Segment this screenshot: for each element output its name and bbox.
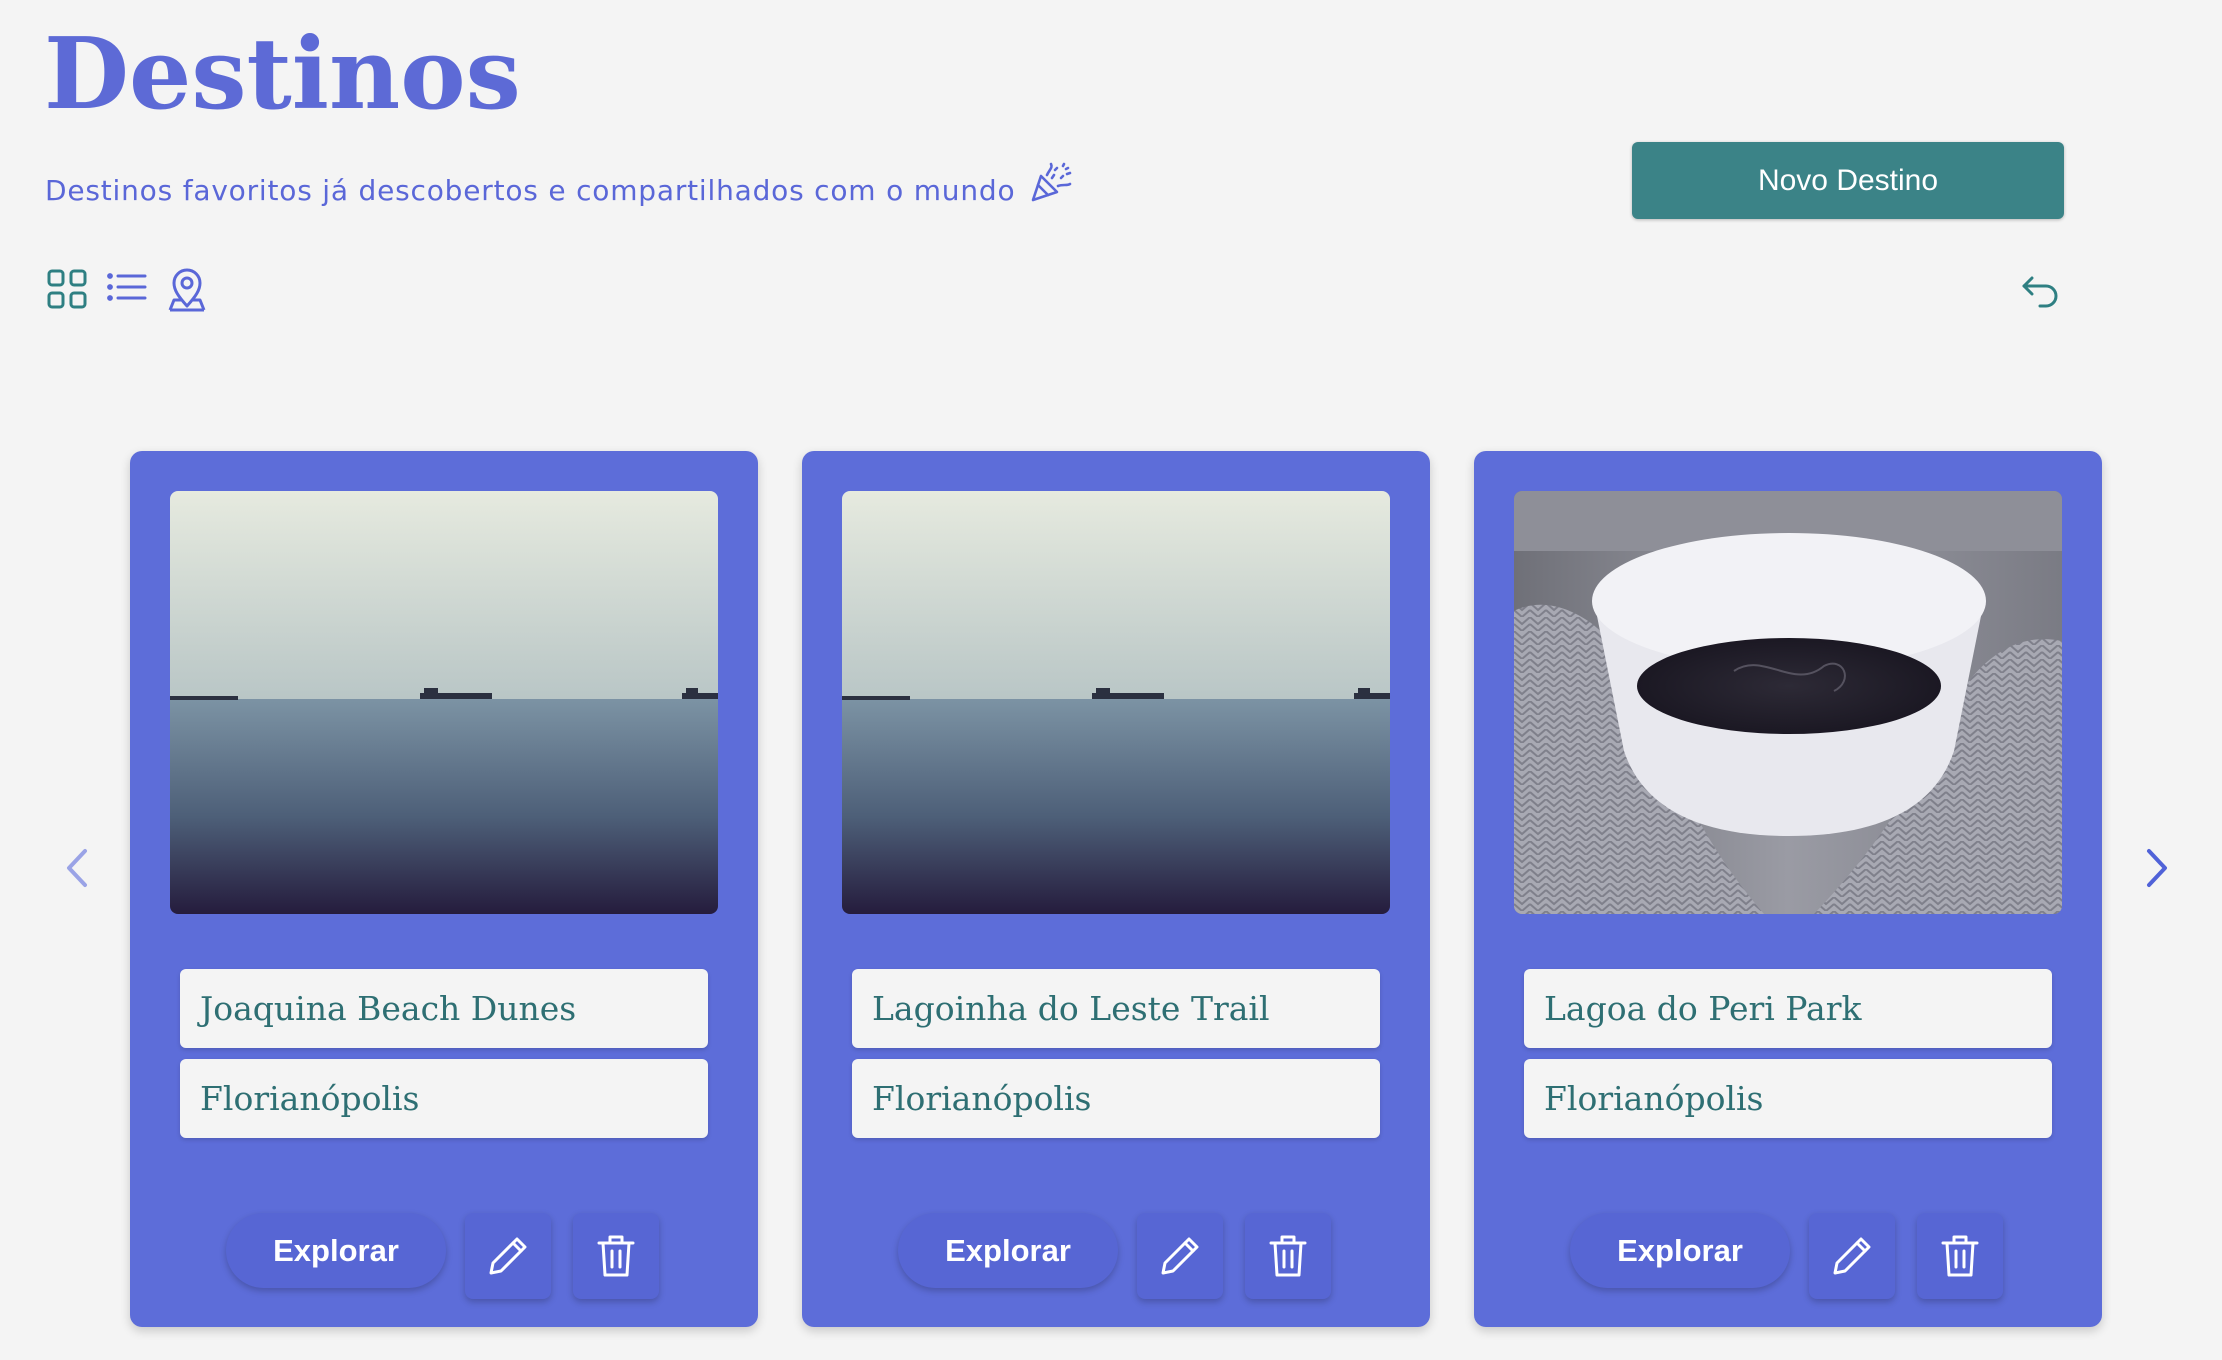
explore-button[interactable]: Explorar <box>1570 1213 1790 1288</box>
destination-name: Joaquina Beach Dunes <box>180 969 708 1048</box>
destination-photo <box>842 491 1390 914</box>
destination-name: Lagoinha do Leste Trail <box>852 969 1380 1048</box>
destination-city: Florianópolis <box>180 1059 708 1138</box>
party-popper-icon <box>1032 162 1072 202</box>
destination-name: Lagoa do Peri Park <box>1524 969 2052 1048</box>
pencil-icon <box>1161 1237 1199 1275</box>
pencil-icon <box>1833 1237 1871 1275</box>
trash-icon <box>1269 1235 1307 1277</box>
undo-icon[interactable] <box>2016 266 2066 316</box>
destination-photo <box>170 491 718 914</box>
list-view-icon[interactable] <box>104 266 150 312</box>
map-pin-user-icon[interactable] <box>164 266 210 312</box>
trash-icon <box>1941 1235 1979 1277</box>
delete-button[interactable] <box>573 1213 659 1299</box>
delete-button[interactable] <box>1917 1213 2003 1299</box>
pencil-icon <box>489 1237 527 1275</box>
subtitle-text: Destinos favoritos já descobertos e comp… <box>45 173 1016 207</box>
edit-button[interactable] <box>465 1213 551 1299</box>
edit-button[interactable] <box>1137 1213 1223 1299</box>
destination-card: Joaquina Beach Dunes Florianópolis Explo… <box>130 451 758 1327</box>
destination-city: Florianópolis <box>1524 1059 2052 1138</box>
edit-button[interactable] <box>1809 1213 1895 1299</box>
page-subtitle: Destinos favoritos já descobertos e comp… <box>45 162 1075 214</box>
view-toggle <box>44 266 210 312</box>
destination-photo <box>1514 491 2062 914</box>
explore-button[interactable]: Explorar <box>226 1213 446 1288</box>
page-title: Destinos <box>44 17 521 132</box>
new-destination-button[interactable]: Novo Destino <box>1632 142 2064 219</box>
grid-view-icon[interactable] <box>44 266 90 312</box>
chevron-right-icon[interactable] <box>2126 838 2186 898</box>
trash-icon <box>597 1235 635 1277</box>
explore-button[interactable]: Explorar <box>898 1213 1118 1288</box>
destination-city: Florianópolis <box>852 1059 1380 1138</box>
delete-button[interactable] <box>1245 1213 1331 1299</box>
destination-card: Lagoa do Peri Park Florianópolis Explora… <box>1474 451 2102 1327</box>
destination-card: Lagoinha do Leste Trail Florianópolis Ex… <box>802 451 1430 1327</box>
chevron-left-icon[interactable] <box>48 838 108 898</box>
